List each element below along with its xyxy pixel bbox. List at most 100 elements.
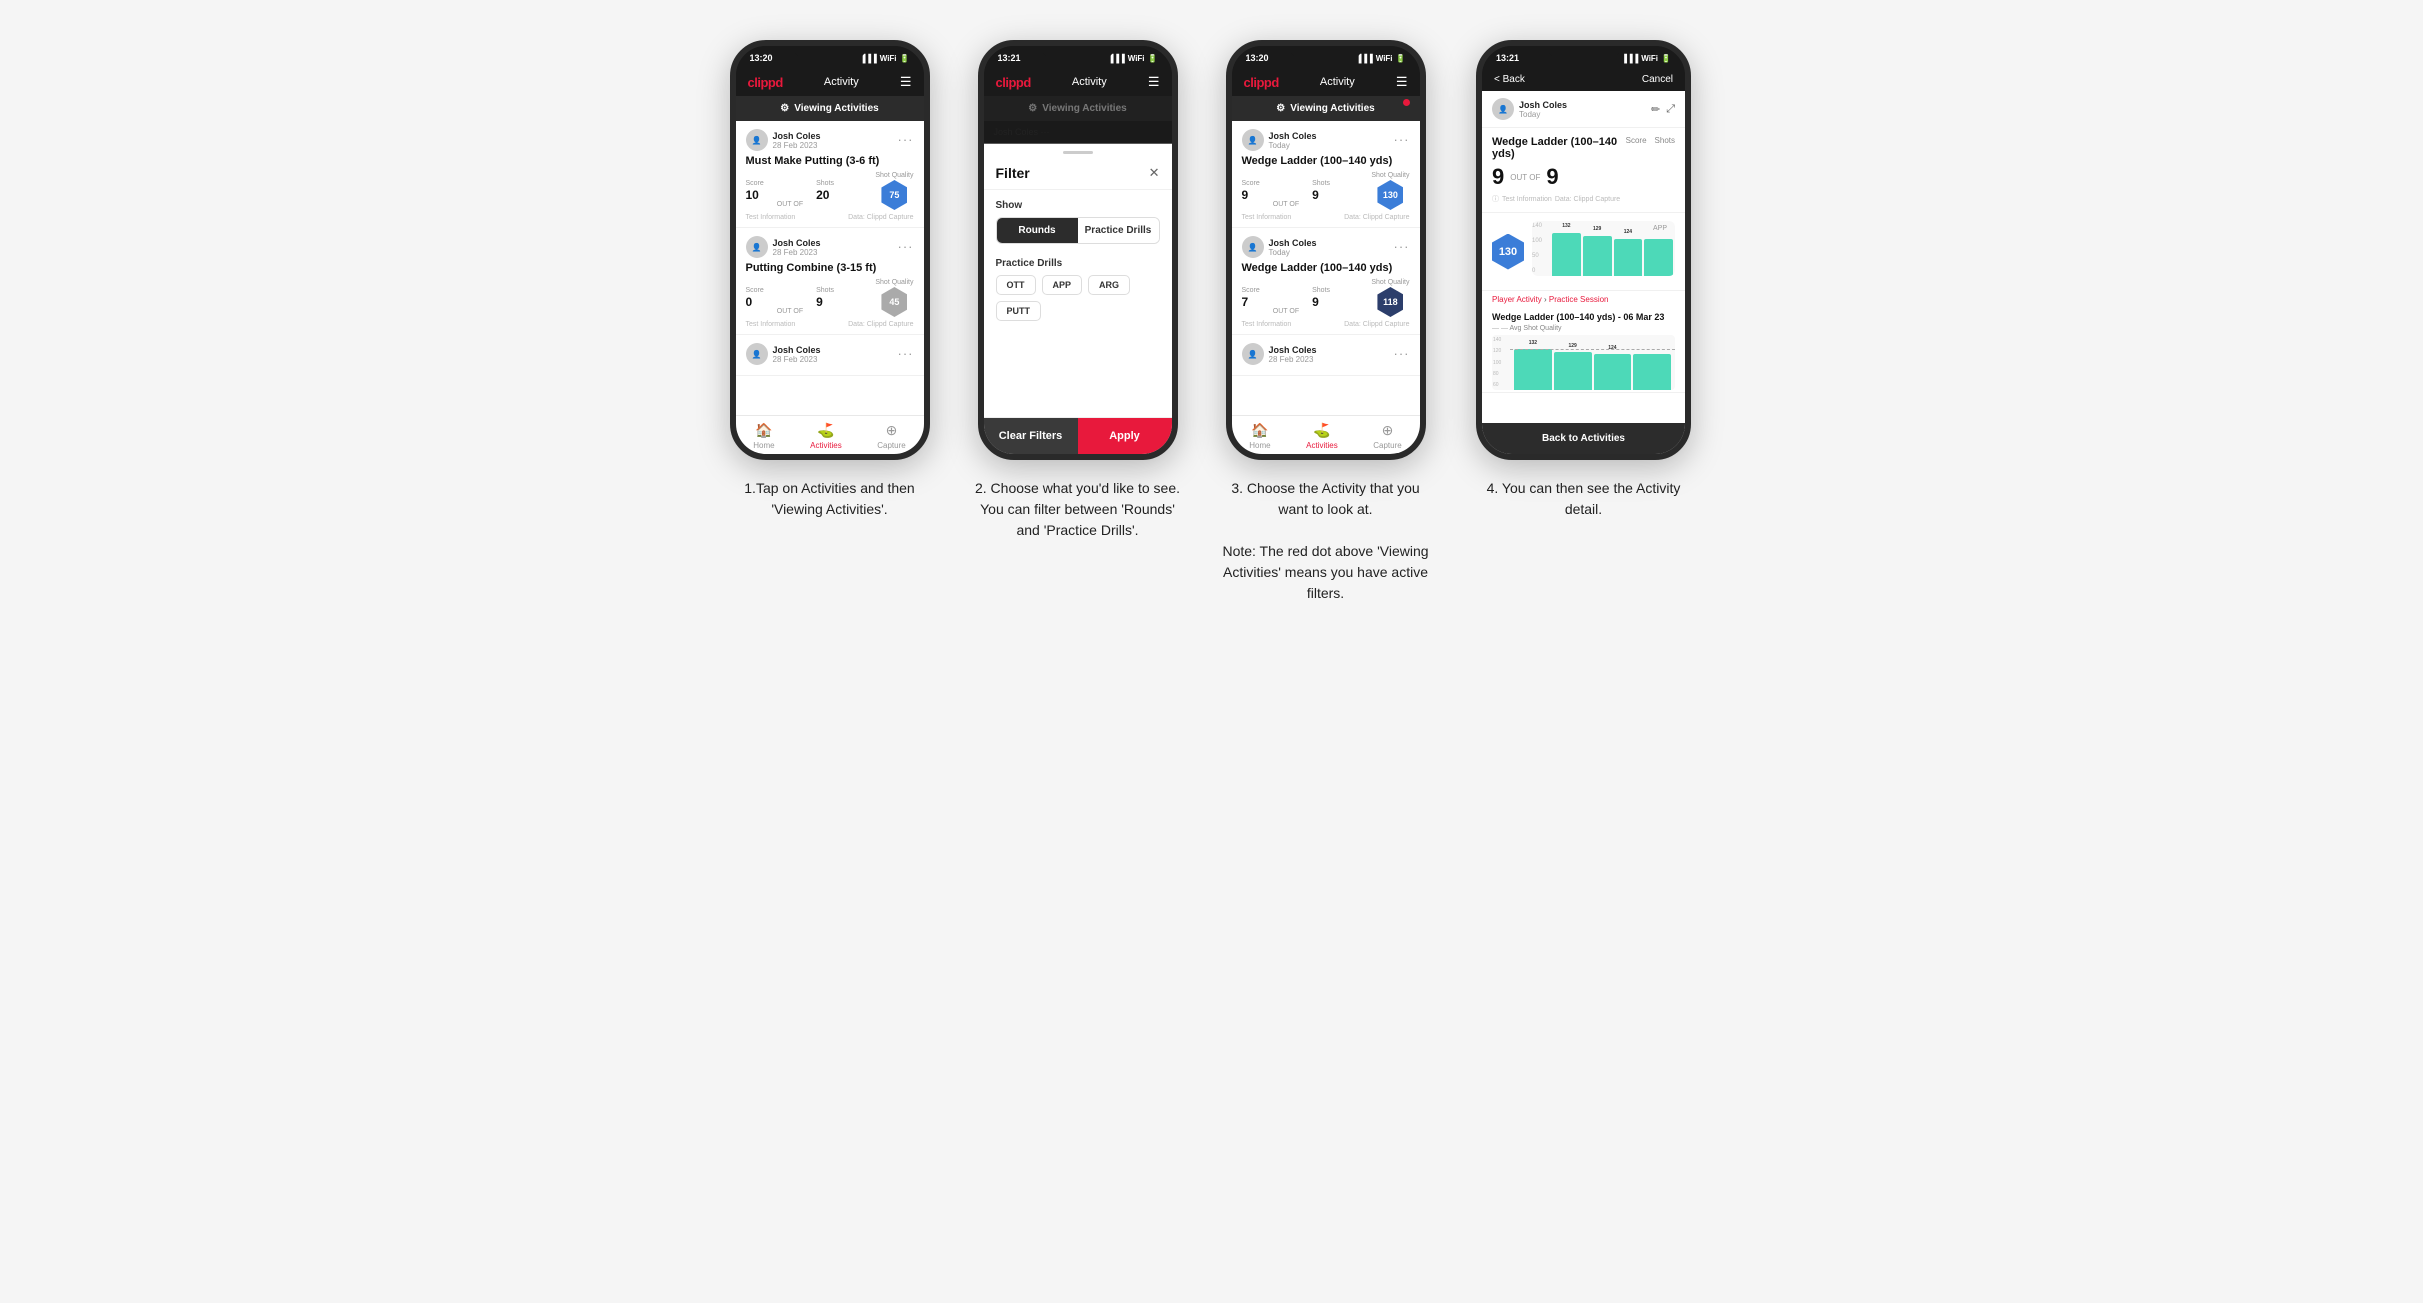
activities-icon-1: ⛳ xyxy=(817,422,834,439)
phone-col-1: 13:20 ▐▐▐ WiFi 🔋 clippd Activity ☰ ⚙ Vie… xyxy=(720,40,940,520)
quality-badge-4: 130 xyxy=(1492,234,1524,270)
activities-icon-3: ⛳ xyxy=(1313,422,1330,439)
nav-home-label-3: Home xyxy=(1249,441,1270,450)
card-name-3-3: Josh Coles xyxy=(1269,345,1317,355)
filter-footer-2: Clear Filters Apply xyxy=(984,417,1172,454)
toggle-rounds-2[interactable]: Rounds xyxy=(997,218,1078,243)
more-icon-1-3[interactable]: ··· xyxy=(898,346,914,361)
phone-notch-1 xyxy=(794,46,866,58)
card-header-1-1: 👤 Josh Coles 28 Feb 2023 ··· xyxy=(746,129,914,151)
nav-activities-label-1: Activities xyxy=(810,441,842,450)
nav-capture-3[interactable]: ⊕ Capture xyxy=(1373,422,1401,450)
name-date-3-3: Josh Coles 28 Feb 2023 xyxy=(1269,345,1317,364)
card-header-3-1: 👤 Josh Coles Today ··· xyxy=(1242,129,1410,151)
battery-icon-2: 🔋 xyxy=(1148,54,1158,63)
nav-activities-1[interactable]: ⛳ Activities xyxy=(810,422,842,450)
score-value-1-1: 10 xyxy=(746,188,764,202)
clear-filters-btn-2[interactable]: Clear Filters xyxy=(984,418,1078,454)
caption-1: 1.Tap on Activities and then 'Viewing Ac… xyxy=(725,478,935,520)
quality-badge-1-1: 75 xyxy=(881,180,907,210)
avatar-1-2: 👤 xyxy=(746,236,768,258)
quality-label-3-2: Shot Quality xyxy=(1371,279,1409,286)
phone-scroll-3: 👤 Josh Coles Today ··· Wedge Ladder (100… xyxy=(1232,121,1420,415)
cancel-btn-4[interactable]: Cancel xyxy=(1642,74,1673,85)
footer-info-1-2: Test Information xyxy=(746,321,796,328)
chip-app-2[interactable]: APP xyxy=(1042,275,1083,295)
caption-3: 3. Choose the Activity that you want to … xyxy=(1221,478,1431,604)
filter-icon-1: ⚙ xyxy=(780,103,789,114)
name-date-3-1: Josh Coles Today xyxy=(1269,131,1317,150)
card-name-1-3: Josh Coles xyxy=(773,345,821,355)
status-icons-4: ▐▐▐ WiFi 🔋 xyxy=(1621,54,1671,63)
out-of-3-2: OUT OF xyxy=(1273,308,1299,315)
chip-ott-2[interactable]: OTT xyxy=(996,275,1036,295)
viewing-banner-1[interactable]: ⚙ Viewing Activities xyxy=(736,96,924,121)
shots-label-3-1: Shots xyxy=(1312,180,1330,187)
expand-icon-4[interactable]: ⤢ xyxy=(1666,103,1675,116)
bar-4-1: 132 xyxy=(1552,233,1581,276)
app-header-2: clippd Activity ☰ xyxy=(984,68,1172,96)
phone-col-4: 13:21 ▐▐▐ WiFi 🔋 < Back Cancel 👤 Josh xyxy=(1464,40,1704,520)
hamburger-icon-2[interactable]: ☰ xyxy=(1148,74,1160,90)
capture-icon-1: ⊕ xyxy=(886,422,898,439)
activity-card-1-1[interactable]: 👤 Josh Coles 28 Feb 2023 ··· Must Make P… xyxy=(736,121,924,228)
app-title-3: Activity xyxy=(1320,76,1355,88)
activity-card-1-2[interactable]: 👤 Josh Coles 28 Feb 2023 ··· Putting Com… xyxy=(736,228,924,335)
detail-score-big-4: 9 xyxy=(1492,164,1504,190)
activity-card-3-2[interactable]: 👤 Josh Coles Today ··· Wedge Ladder (100… xyxy=(1232,228,1420,335)
chip-arg-2[interactable]: ARG xyxy=(1088,275,1130,295)
status-time-2: 13:21 xyxy=(998,53,1021,63)
viewing-banner-3[interactable]: ⚙ Viewing Activities xyxy=(1232,96,1420,121)
viewing-banner-text-3: Viewing Activities xyxy=(1290,103,1374,114)
sub-bars-4: 132 129 124 xyxy=(1514,339,1671,390)
sub-bar-4-3: 124 xyxy=(1594,354,1632,390)
quality-badge-3-1: 130 xyxy=(1377,180,1403,210)
footer-data-3-1: Data: Clippd Capture xyxy=(1344,214,1409,221)
nav-capture-1[interactable]: ⊕ Capture xyxy=(877,422,905,450)
nav-home-1[interactable]: 🏠 Home xyxy=(753,422,774,450)
detail-header-4: < Back Cancel xyxy=(1482,68,1685,91)
quality-label-3-1: Shot Quality xyxy=(1371,172,1409,179)
more-icon-3-1[interactable]: ··· xyxy=(1394,132,1410,147)
out-of-1-2: OUT OF xyxy=(777,308,803,315)
activity-card-3-1[interactable]: 👤 Josh Coles Today ··· Wedge Ladder (100… xyxy=(1232,121,1420,228)
more-icon-3-2[interactable]: ··· xyxy=(1394,239,1410,254)
battery-icon-1: 🔋 xyxy=(900,54,910,63)
bottom-nav-1: 🏠 Home ⛳ Activities ⊕ Capture xyxy=(736,415,924,454)
more-icon-3-3[interactable]: ··· xyxy=(1394,346,1410,361)
footer-info-3-1: Test Information xyxy=(1242,214,1292,221)
filter-close-btn-2[interactable]: ✕ xyxy=(1149,165,1160,181)
quality-val-4: 130 xyxy=(1499,246,1517,258)
card-footer-1-2: Test Information Data: Clippd Capture xyxy=(746,321,914,328)
phone-notch-4 xyxy=(1548,46,1620,58)
apply-btn-2[interactable]: Apply xyxy=(1078,418,1172,454)
sub-avg-label-4: — — Avg Shot Quality xyxy=(1492,325,1675,332)
sub-bar-4-2: 129 xyxy=(1554,352,1592,390)
detail-title-row-4: Wedge Ladder (100–140 yds) Score Shots xyxy=(1492,136,1675,160)
card-stats-1-2: Score 0 OUT OF Shots 9 Shot Quality 45 xyxy=(746,279,914,317)
chip-putt-2[interactable]: PUTT xyxy=(996,301,1042,321)
nav-capture-label-3: Capture xyxy=(1373,441,1401,450)
nav-home-3[interactable]: 🏠 Home xyxy=(1249,422,1270,450)
player-activity-label-4: Player Activity xyxy=(1492,295,1542,304)
avatar-3-2: 👤 xyxy=(1242,236,1264,258)
red-dot-3 xyxy=(1403,99,1410,106)
footer-info-3-2: Test Information xyxy=(1242,321,1292,328)
edit-icon-4[interactable]: ✏ xyxy=(1651,103,1660,116)
hamburger-icon-1[interactable]: ☰ xyxy=(900,74,912,90)
app-title-1: Activity xyxy=(824,76,859,88)
info-text-4: Test Information xyxy=(1502,196,1552,203)
more-icon-1-1[interactable]: ··· xyxy=(898,132,914,147)
filter-toggle-row-2: Rounds Practice Drills xyxy=(996,217,1160,244)
player-avatar-4: 👤 xyxy=(1492,98,1514,120)
avatar-3-3: 👤 xyxy=(1242,343,1264,365)
back-btn-4[interactable]: < Back xyxy=(1494,74,1525,85)
footer-info-1-1: Test Information xyxy=(746,214,796,221)
more-icon-1-2[interactable]: ··· xyxy=(898,239,914,254)
detail-score-row-4: 9 OUT OF 9 xyxy=(1492,164,1675,190)
toggle-practice-2[interactable]: Practice Drills xyxy=(1078,218,1159,243)
nav-activities-3[interactable]: ⛳ Activities xyxy=(1306,422,1338,450)
back-to-activities-btn-4[interactable]: Back to Activities xyxy=(1482,423,1685,454)
quality-label-1-1: Shot Quality xyxy=(875,172,913,179)
hamburger-icon-3[interactable]: ☰ xyxy=(1396,74,1408,90)
